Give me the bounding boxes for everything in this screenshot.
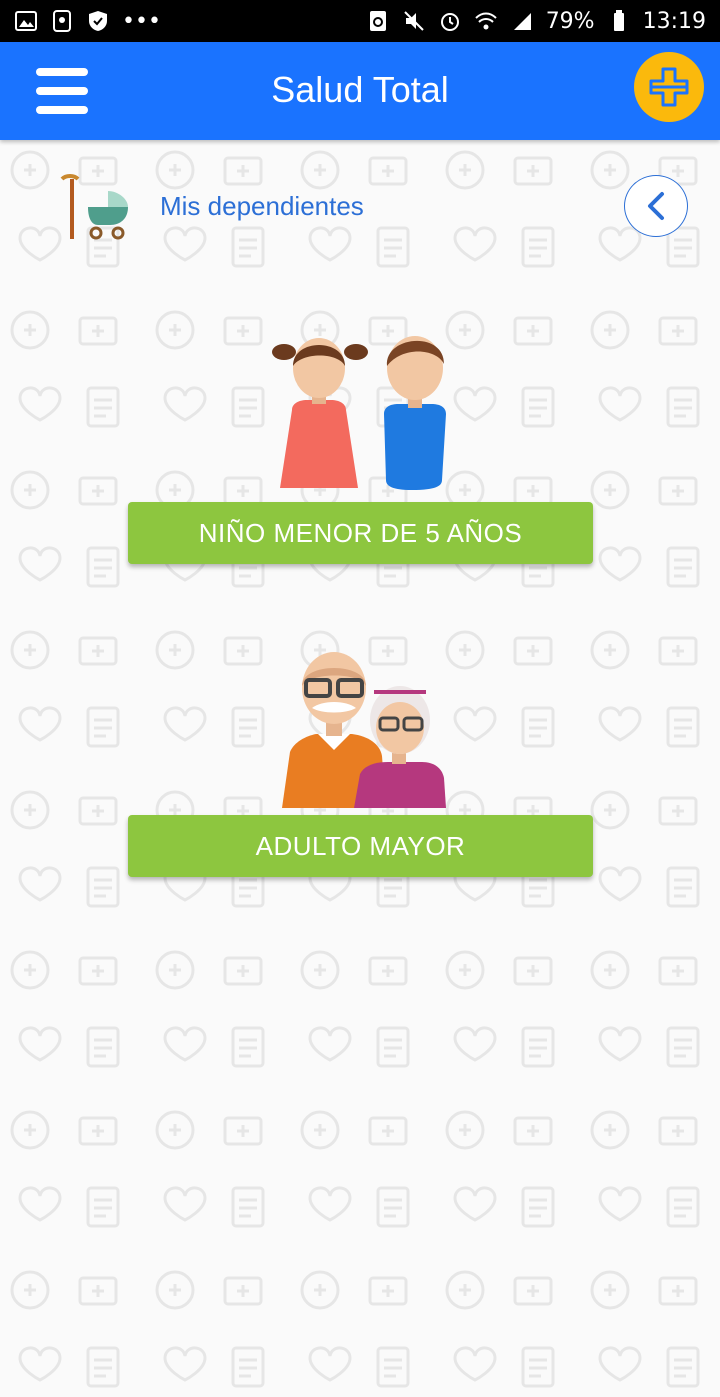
shield-icon	[86, 9, 110, 33]
children-illustration	[272, 336, 446, 490]
app-bar: Salud Total	[0, 42, 720, 140]
recycle-icon	[366, 9, 390, 33]
clock: 13:19	[642, 8, 706, 34]
more-notifications: •••	[122, 8, 161, 34]
mute-icon	[402, 9, 426, 33]
battery-icon	[607, 9, 631, 33]
alarm-icon	[438, 9, 462, 33]
status-bar: ••• 79% 13:19	[0, 0, 720, 42]
battery-percent: 79%	[545, 8, 595, 34]
chevron-left-icon	[648, 192, 664, 220]
back-button[interactable]	[624, 175, 688, 237]
elderly-illustration	[282, 652, 446, 808]
sim-icon	[50, 9, 74, 33]
section-title: Mis dependientes	[160, 191, 364, 221]
wifi-icon	[474, 9, 498, 33]
signal-icon	[510, 9, 534, 33]
dependents-icon	[60, 174, 128, 240]
senior-adult-button[interactable]: ADULTO MAYOR	[128, 815, 593, 877]
health-cross-button[interactable]	[634, 52, 704, 122]
gallery-icon	[14, 9, 38, 33]
app-title: Salud Total	[271, 69, 449, 110]
section-header: Mis dependientes	[0, 165, 720, 245]
medical-cross-icon	[649, 67, 689, 107]
child-under-5-button[interactable]: NIÑO MENOR DE 5 AÑOS	[128, 502, 593, 564]
